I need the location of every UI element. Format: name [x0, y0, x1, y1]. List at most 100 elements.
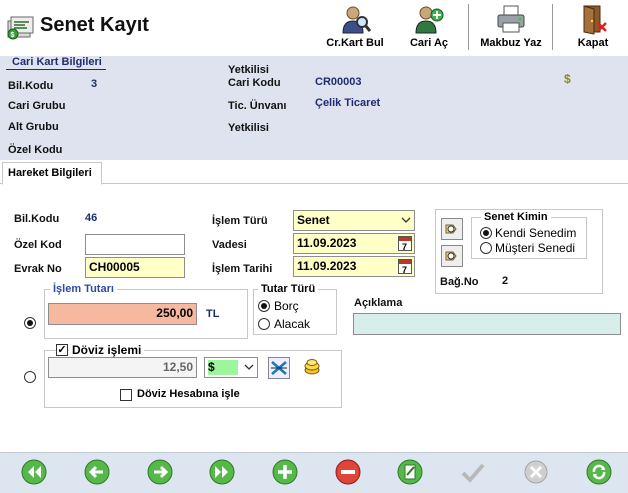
open-cari-label: Cari Aç	[409, 37, 449, 49]
currency-symbol: $	[564, 72, 571, 86]
musteri-senedi-label[interactable]: Müşteri Senedi	[495, 241, 575, 255]
bagno-value: 2	[502, 275, 509, 287]
unvan-label: Tic. Ünvanı	[228, 100, 287, 112]
previous-record-button[interactable]	[84, 459, 110, 485]
evrak-no-input[interactable]: CH00005	[85, 257, 185, 278]
ozel-kodu-label: Özel Kodu	[8, 144, 63, 156]
vadesi-date-input[interactable]: 11.09.2023 7	[293, 233, 415, 254]
plus-icon	[272, 459, 298, 485]
islem-tutari-radio[interactable]	[24, 317, 36, 329]
vadesi-value: 11.09.2023	[297, 236, 357, 250]
lookup-icon	[445, 224, 457, 234]
islem-turu-label: İşlem Türü	[212, 215, 268, 227]
next-record-button[interactable]	[147, 459, 173, 485]
senet-kimin-title: Senet Kimin	[481, 211, 551, 223]
exit-door-icon	[577, 3, 609, 35]
coins-icon	[304, 359, 320, 375]
refresh-icon	[586, 459, 612, 485]
doviz-hesabina-label[interactable]: Döviz Hesabına işle	[137, 388, 240, 400]
cari-bilkodu-value: 3	[91, 78, 98, 90]
swap-icon	[271, 361, 287, 375]
islem-tutari-currency: TL	[206, 308, 220, 320]
bagno-label: Bağ.No	[440, 276, 479, 288]
islem-tarihi-value: 11.09.2023	[297, 259, 357, 273]
find-card-label: Cr.Kart Bul	[326, 37, 384, 49]
yetkilisi-label: Yetkilisi	[228, 122, 269, 134]
title-bar: $ Senet Kayıt Cr.Kart Bul Cari Aç Makbuz…	[0, 0, 628, 56]
checkmark-icon	[461, 463, 485, 483]
cancel-record-button[interactable]	[523, 459, 549, 485]
first-icon	[21, 459, 47, 485]
calendar-icon[interactable]: 7	[398, 259, 412, 275]
evrak-no-label: Evrak No	[14, 263, 62, 275]
lookup-icon	[445, 251, 457, 261]
key-search-button[interactable]	[441, 218, 463, 240]
chevron-down-icon	[244, 364, 254, 370]
cari-section-underline	[6, 69, 106, 70]
refresh-button[interactable]	[586, 459, 612, 485]
doviz-islemi-title[interactable]: Döviz işlemi	[69, 343, 145, 357]
doviz-calc-button[interactable]	[302, 357, 324, 379]
cari-section-title: Cari Kart Bilgileri	[12, 56, 102, 68]
doviz-radio[interactable]	[24, 371, 36, 383]
hareket-bilkodu-label: Bil.Kodu	[14, 213, 60, 225]
kendi-senedim-radio[interactable]	[480, 227, 492, 239]
doviz-hesabina-checkbox[interactable]	[120, 389, 132, 401]
previous-icon	[84, 459, 110, 485]
open-cari-button[interactable]: Cari Aç	[403, 0, 455, 56]
add-record-button[interactable]	[272, 459, 298, 485]
ozel-kod-input[interactable]	[85, 234, 185, 255]
find-user-icon	[339, 3, 372, 35]
calendar-icon[interactable]: 7	[398, 236, 412, 252]
page-title: Senet Kayıt	[40, 14, 149, 36]
add-user-icon	[413, 3, 445, 35]
print-receipt-label: Makbuz Yaz	[480, 37, 542, 49]
toolbar-divider	[468, 4, 469, 50]
cari-bilkodu-label: Bil.Kodu	[8, 80, 54, 92]
printer-icon	[495, 3, 527, 35]
alt-grubu-label: Alt Grubu	[8, 121, 59, 133]
borc-label[interactable]: Borç	[274, 299, 299, 313]
doviz-islemi-checkbox[interactable]: ✓	[56, 344, 68, 356]
islem-turu-value: Senet	[297, 213, 330, 227]
cari-kodu-value: CR00003	[315, 76, 362, 88]
delete-record-button[interactable]	[335, 459, 361, 485]
yetkilisi-top-label: Yetkilisi	[228, 64, 269, 76]
first-record-button[interactable]	[21, 459, 47, 485]
doviz-currency-select[interactable]: $	[204, 357, 258, 378]
close-button[interactable]: Kapat	[568, 0, 618, 56]
islem-turu-select[interactable]: Senet	[293, 210, 415, 231]
cancel-icon	[524, 460, 548, 484]
close-label: Kapat	[577, 37, 609, 49]
last-record-button[interactable]	[209, 459, 235, 485]
cari-info-panel: Cari Kart Bilgileri Bil.Kodu 3 Cari Grub…	[0, 56, 628, 160]
ozel-kod-label: Özel Kod	[14, 239, 62, 251]
kendi-senedim-label[interactable]: Kendi Senedim	[495, 226, 576, 240]
aciklama-input[interactable]	[353, 313, 621, 335]
edit-record-button[interactable]	[397, 459, 423, 485]
alacak-radio[interactable]	[258, 318, 270, 330]
tab-hareket[interactable]: Hareket Bilgileri	[2, 162, 102, 185]
tutar-turu-title: Tutar Türü	[258, 283, 319, 295]
alacak-label[interactable]: Alacak	[274, 317, 310, 331]
tab-hareket-label: Hareket Bilgileri	[8, 167, 92, 179]
edit-icon	[397, 459, 423, 485]
print-receipt-button[interactable]: Makbuz Yaz	[474, 0, 548, 56]
exchange-rate-button[interactable]	[268, 357, 290, 379]
minus-icon	[335, 459, 361, 485]
doviz-amount-input[interactable]: 12,50	[48, 357, 197, 378]
last-icon	[209, 459, 235, 485]
hareket-bilkodu-value: 46	[85, 212, 98, 224]
borc-radio[interactable]	[258, 300, 270, 312]
app-icon: $	[5, 12, 35, 42]
find-card-button[interactable]: Cr.Kart Bul	[322, 0, 388, 56]
unvan-value: Çelik Ticaret	[315, 97, 381, 109]
doviz-currency-value: $	[208, 360, 238, 375]
svg-text:$: $	[11, 32, 15, 39]
key-clear-button[interactable]	[441, 245, 463, 267]
musteri-senedi-radio[interactable]	[480, 242, 492, 254]
save-record-button[interactable]	[460, 459, 486, 485]
islem-tarihi-date-input[interactable]: 11.09.2023 7	[293, 256, 415, 277]
islem-tutari-input[interactable]: 250,00	[48, 303, 197, 325]
chevron-down-icon	[401, 217, 411, 223]
